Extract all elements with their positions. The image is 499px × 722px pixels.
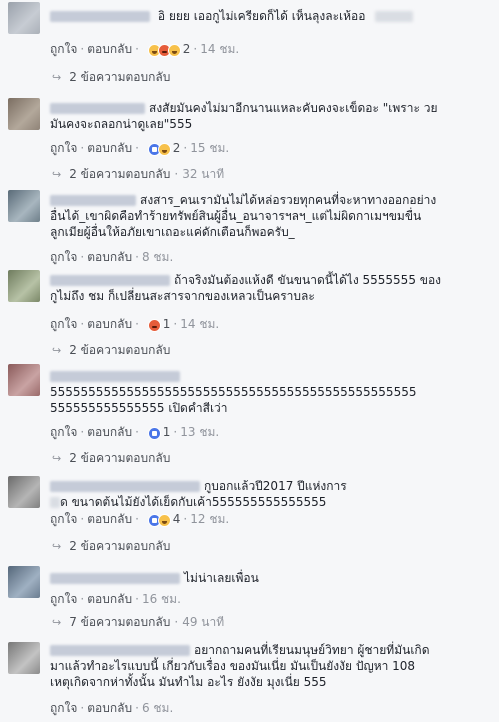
commenter-name[interactable]	[50, 573, 180, 584]
reactions[interactable]	[147, 317, 161, 333]
comment-feed: อิ ยยย เออกูไม่เครียดก็ได้ เห็นลุงละเห้อ…	[0, 0, 499, 722]
comment-time[interactable]: 12 ชม.	[190, 512, 229, 526]
comment-time[interactable]: 13 ชม.	[180, 425, 219, 439]
haha-icon	[167, 43, 181, 57]
reaction-count: 1	[162, 317, 171, 331]
comment-text: อิ ยยย เออกูไม่เครียดก็ได้ เห็นลุงละเห้อ…	[157, 9, 366, 23]
like-link[interactable]: ถูกใจ	[50, 141, 77, 155]
comment-text: กูบอกแล้วปี2017 ปีแห่งการ	[204, 479, 347, 493]
view-replies-link[interactable]: ↪ 2 ข้อความตอบกลับ	[52, 69, 170, 85]
comment-time[interactable]: 15 ชม.	[190, 141, 229, 155]
comment-text: มันคงจะถลอกน่าดูเลย"555	[50, 117, 193, 131]
comment-text: ด ขนาดต้นไม้ยังได้เย็ดกับเค้า55555555555…	[60, 495, 327, 509]
like-link[interactable]: ถูกใจ	[50, 42, 77, 56]
avatar[interactable]	[8, 364, 40, 396]
commenter-name[interactable]	[50, 371, 180, 382]
avatar[interactable]	[8, 642, 40, 674]
reactions[interactable]	[147, 42, 181, 58]
like-link[interactable]: ถูกใจ	[50, 592, 77, 606]
commenter-name[interactable]	[50, 645, 190, 656]
avatar[interactable]	[8, 476, 40, 508]
commenter-name[interactable]	[50, 103, 145, 114]
reply-arrow-icon: ↪	[52, 540, 62, 553]
reactions[interactable]	[147, 141, 171, 157]
comment-time[interactable]: 8 ชม.	[142, 250, 173, 264]
haha-icon	[157, 142, 171, 156]
comment-text: 5555555555555555555555555555555555555555…	[50, 385, 417, 399]
redacted-text	[50, 497, 60, 508]
comment-text: ไม่น่าเลยเพื่อน	[184, 571, 259, 585]
redacted-text	[375, 11, 414, 22]
reply-arrow-icon: ↪	[52, 168, 62, 181]
haha-icon	[157, 513, 171, 527]
comment-text: เหตุเกิดจากห่าทั้งนั้น มันทำไม อะไร ยังง…	[50, 675, 327, 689]
comment-time[interactable]: 14 ชม.	[180, 317, 219, 331]
comment-text: ถ้าจริงมันต้องแห้งดี ขันขนาดนี้ได้ไง 555…	[174, 273, 442, 287]
replies-time: 32 นาที	[182, 167, 225, 181]
reply-link[interactable]: ตอบกลับ	[87, 592, 132, 606]
avatar[interactable]	[8, 566, 40, 598]
view-replies-link[interactable]: ↪ 7 ข้อความตอบกลับ · 49 นาที	[52, 614, 224, 630]
avatar[interactable]	[8, 190, 40, 222]
reply-link[interactable]: ตอบกลับ	[87, 512, 132, 526]
comment-text: 555555555555555 เปิดคำสีเว่า	[50, 401, 228, 415]
reply-link[interactable]: ตอบกลับ	[87, 250, 132, 264]
commenter-name[interactable]	[50, 195, 136, 206]
reaction-count: 4	[172, 512, 181, 526]
like-link[interactable]: ถูกใจ	[50, 425, 77, 439]
avatar[interactable]	[8, 98, 40, 130]
like-icon	[147, 426, 161, 440]
comment-text: กูไม่ถึง ชม ก็เปลี่ยนสะสารจากของเหลวเป็น…	[50, 289, 315, 303]
comment-time[interactable]: 14 ชม.	[200, 42, 239, 56]
commenter-name[interactable]	[50, 481, 200, 492]
like-link[interactable]: ถูกใจ	[50, 512, 77, 526]
like-link[interactable]: ถูกใจ	[50, 317, 77, 331]
reply-arrow-icon: ↪	[52, 452, 62, 465]
reply-link[interactable]: ตอบกลับ	[87, 701, 132, 715]
comment-text: สงสัยมันคงไม่มาอีกนานแหละคับคงจะเข็ดอะ "…	[149, 101, 438, 115]
reaction-count: 2	[172, 141, 181, 155]
commenter-name[interactable]	[50, 11, 150, 22]
comment-text: มาแล้วทำอะไรแบบนี้ เกี่ยวกับเรื่อง ของมั…	[50, 659, 416, 673]
reply-arrow-icon: ↪	[52, 616, 62, 629]
comment-text: สงสาร_คนเรามันไม่ได้หล่อรวยทุกคนที่จะหาท…	[140, 193, 437, 207]
comment-time[interactable]: 16 ชม.	[142, 592, 181, 606]
reply-link[interactable]: ตอบกลับ	[87, 317, 132, 331]
reaction-count: 1	[162, 425, 171, 439]
view-replies-link[interactable]: ↪ 2 ข้อความตอบกลับ	[52, 538, 170, 554]
comment-text: อยากถามคนที่เรียนมนุษย์วิทยา ผู้ชายที่มั…	[194, 643, 430, 657]
like-link[interactable]: ถูกใจ	[50, 701, 77, 715]
comment-time[interactable]: 6 ชม.	[142, 701, 173, 715]
replies-time: 49 นาที	[182, 615, 225, 629]
avatar[interactable]	[8, 2, 40, 34]
view-replies-link[interactable]: ↪ 2 ข้อความตอบกลับ	[52, 450, 170, 466]
angry-icon	[147, 318, 161, 332]
reactions[interactable]	[147, 425, 161, 441]
reactions[interactable]	[147, 512, 171, 528]
like-link[interactable]: ถูกใจ	[50, 250, 77, 264]
reply-arrow-icon: ↪	[52, 344, 62, 357]
reply-link[interactable]: ตอบกลับ	[87, 42, 132, 56]
comment-text: ลูกเมียผู้อื่นให้อภัยเขาเถอะแค่ดักเตือนก…	[50, 225, 295, 239]
avatar[interactable]	[8, 270, 40, 302]
reply-link[interactable]: ตอบกลับ	[87, 141, 132, 155]
view-replies-link[interactable]: ↪ 2 ข้อความตอบกลับ	[52, 342, 170, 358]
reply-arrow-icon: ↪	[52, 71, 62, 84]
commenter-name[interactable]	[50, 275, 170, 286]
reply-link[interactable]: ตอบกลับ	[87, 425, 132, 439]
comment-text: อื่นได้_เขาผิดคือทำร้ายทรัพย์สินผู้อื่น_…	[50, 209, 422, 223]
reaction-count: 2	[182, 42, 191, 56]
view-replies-link[interactable]: ↪ 2 ข้อความตอบกลับ · 32 นาที	[52, 166, 224, 182]
